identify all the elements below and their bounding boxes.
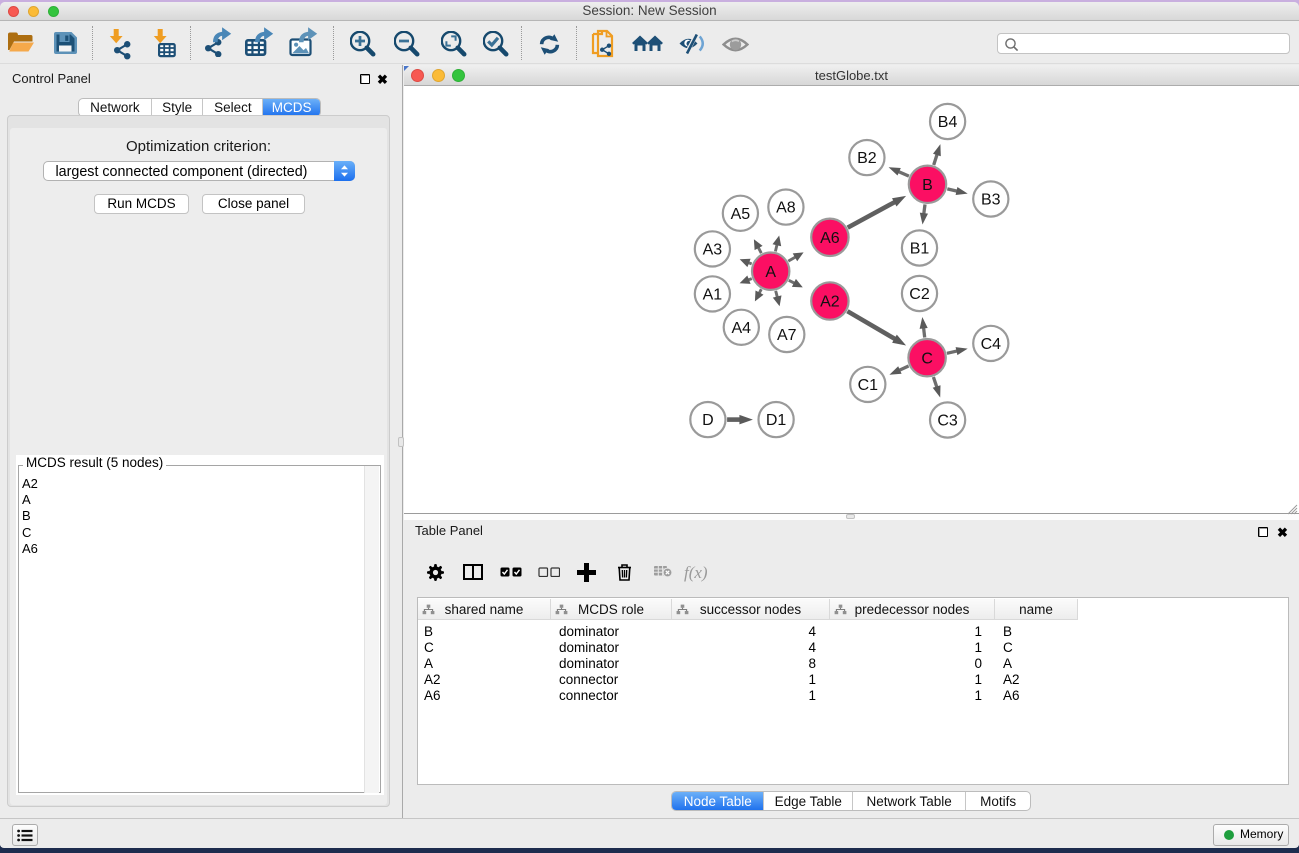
svg-text:A8: A8 bbox=[776, 199, 796, 216]
svg-text:A6: A6 bbox=[820, 229, 840, 246]
svg-text:B3: B3 bbox=[981, 191, 1001, 208]
svg-text:B4: B4 bbox=[938, 114, 958, 131]
svg-text:A7: A7 bbox=[777, 327, 797, 344]
svg-text:D: D bbox=[702, 412, 714, 429]
svg-text:C3: C3 bbox=[937, 412, 958, 429]
svg-text:A4: A4 bbox=[732, 319, 752, 336]
svg-text:C2: C2 bbox=[909, 286, 930, 303]
svg-text:A2: A2 bbox=[820, 293, 840, 310]
svg-text:A5: A5 bbox=[731, 205, 751, 222]
svg-text:B1: B1 bbox=[910, 240, 930, 257]
svg-text:A3: A3 bbox=[703, 241, 723, 258]
svg-text:D1: D1 bbox=[766, 412, 787, 429]
svg-text:B2: B2 bbox=[857, 150, 877, 167]
svg-text:C1: C1 bbox=[858, 377, 879, 394]
svg-text:C: C bbox=[921, 350, 933, 367]
svg-text:A1: A1 bbox=[703, 286, 723, 303]
svg-text:B: B bbox=[922, 176, 933, 193]
svg-text:C4: C4 bbox=[981, 336, 1002, 353]
svg-text:A: A bbox=[765, 263, 776, 280]
